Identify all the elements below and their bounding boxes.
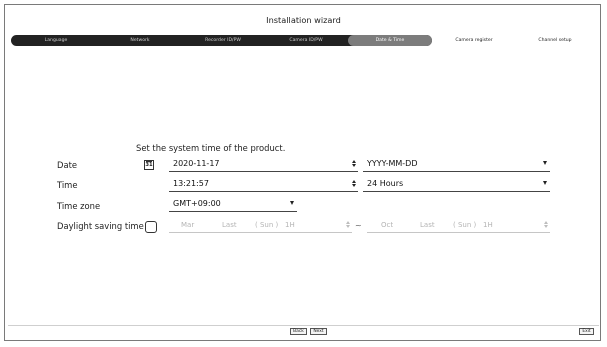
dst-start-month: Mar	[181, 221, 195, 229]
chevron-down-icon	[542, 181, 548, 186]
timezone-value: GMT+09:00	[173, 199, 221, 208]
form-heading: Set the system time of the product.	[136, 143, 286, 153]
timezone-label: Time zone	[57, 201, 101, 211]
dst-end-day: ( Sun )	[453, 221, 477, 229]
dst-range-separator: ~	[355, 221, 362, 230]
step-language: Language	[44, 38, 68, 43]
back-button[interactable]: Back	[290, 328, 307, 335]
date-format-select[interactable]: YYYY-MM-DD	[363, 158, 550, 172]
step-network: Network	[130, 38, 150, 43]
date-spinner-icon[interactable]	[351, 159, 357, 169]
step-camera-id-pw: Camera ID/PW	[289, 38, 323, 43]
time-format-select[interactable]: 24 Hours	[363, 178, 550, 192]
dst-end-spinner-icon[interactable]	[543, 220, 549, 230]
chevron-down-icon	[289, 201, 295, 206]
chevron-down-icon	[542, 161, 548, 166]
wizard-window	[4, 4, 601, 341]
date-format-value: YYYY-MM-DD	[367, 159, 418, 168]
date-input[interactable]: 2020-11-17	[169, 158, 358, 172]
calendar-icon[interactable]: 31	[144, 160, 154, 170]
date-value: 2020-11-17	[173, 159, 220, 168]
time-value: 13:21:57	[173, 179, 209, 188]
dst-end-hour: 1H	[483, 221, 493, 229]
step-recorder-id-pw: Recorder ID/PW	[205, 38, 241, 43]
dst-start-hour: 1H	[285, 221, 295, 229]
timezone-select[interactable]: GMT+09:00	[169, 198, 297, 212]
time-label: Time	[57, 180, 78, 190]
date-label: Date	[57, 160, 78, 170]
dst-end-month: Oct	[381, 221, 394, 229]
dst-checkbox[interactable]	[145, 221, 157, 233]
time-format-value: 24 Hours	[367, 179, 404, 188]
time-input[interactable]: 13:21:57	[169, 178, 358, 192]
step-camera-register: Camera register	[455, 38, 493, 43]
dst-start-spinner-icon[interactable]	[345, 220, 351, 230]
dst-end-week: Last	[420, 221, 435, 229]
time-spinner-icon[interactable]	[351, 179, 357, 189]
next-button[interactable]: Next	[310, 328, 327, 335]
exit-button[interactable]: Exit	[579, 328, 594, 335]
wizard-title: Installation wizard	[266, 15, 341, 25]
dst-label: Daylight saving time	[57, 221, 144, 231]
step-date-time: Date & Time	[348, 35, 432, 46]
dst-start-select[interactable]: Mar Last ( Sun ) 1H	[169, 219, 352, 233]
footer-divider	[8, 325, 599, 326]
dst-start-week: Last	[222, 221, 237, 229]
dst-start-day: ( Sun )	[255, 221, 279, 229]
step-channel-setup: Channel setup	[538, 38, 572, 43]
dst-end-select[interactable]: Oct Last ( Sun ) 1H	[367, 219, 550, 233]
